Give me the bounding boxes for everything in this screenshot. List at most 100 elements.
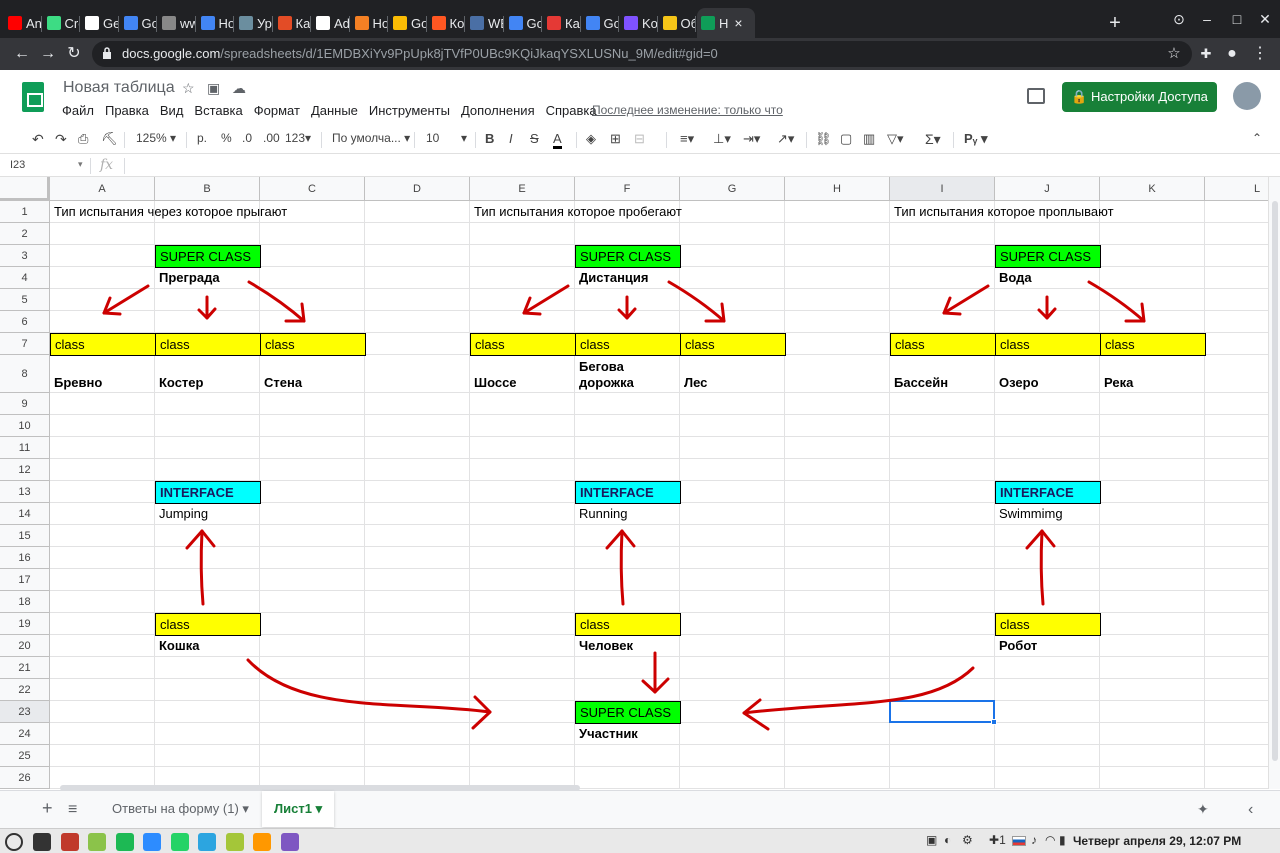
cell-f20[interactable]: Человек <box>575 635 633 657</box>
cell-f3[interactable]: SUPER CLASS <box>575 245 681 268</box>
browser-tab[interactable]: Goo <box>582 8 619 38</box>
column-header[interactable]: H <box>785 177 890 201</box>
minimize-icon[interactable]: – <box>1198 10 1216 28</box>
cell-f8[interactable]: Бегова дорожка <box>575 355 680 393</box>
extensions-icon[interactable]: ✚ <box>1196 44 1216 64</box>
merge-cells-icon[interactable]: ⊟ <box>634 131 645 147</box>
cell-e7[interactable]: class <box>470 333 576 356</box>
taskbar-app-icon[interactable] <box>170 833 189 851</box>
insert-comment-icon[interactable]: ▢ <box>840 131 852 147</box>
italic-icon[interactable]: I <box>509 131 513 146</box>
vertical-scrollbar[interactable] <box>1268 177 1280 789</box>
move-folder-icon[interactable]: ▣ <box>207 80 220 97</box>
column-header[interactable]: D <box>365 177 470 201</box>
back-icon[interactable]: ← <box>12 44 32 64</box>
taskbar-app-icon[interactable] <box>198 833 216 851</box>
cell-j13[interactable]: INTERFACE <box>995 481 1101 504</box>
redo-icon[interactable]: ↷ <box>55 131 67 148</box>
add-sheet-icon[interactable]: + <box>42 798 53 819</box>
undo-icon[interactable]: ↶ <box>32 131 44 148</box>
align-horizontal-icon[interactable]: ≡▾ <box>680 131 694 147</box>
menu-item[interactable]: Правка <box>105 103 149 118</box>
profile-icon[interactable]: ● <box>1222 44 1242 64</box>
cell-f23[interactable]: SUPER CLASS <box>575 701 681 724</box>
select-all-corner[interactable] <box>0 177 50 201</box>
tray-shield-icon[interactable]: ◐ <box>944 833 951 847</box>
close-window-icon[interactable]: ✕ <box>1256 10 1274 28</box>
cell-k7[interactable]: class <box>1100 333 1206 356</box>
column-header[interactable]: J <box>995 177 1100 201</box>
cell-b7[interactable]: class <box>155 333 261 356</box>
text-color-icon[interactable]: A <box>553 131 562 149</box>
name-box[interactable]: I23 <box>10 159 25 171</box>
tray-settings-icon[interactable]: ⚙ <box>962 833 973 847</box>
browser-tab[interactable]: Goo <box>389 8 426 38</box>
align-vertical-icon[interactable]: ⊥▾ <box>713 131 731 147</box>
menu-item[interactable]: Справка <box>546 103 597 118</box>
collapse-side-panel-icon[interactable]: ‹ <box>1248 801 1253 819</box>
tray-app-icon[interactable]: ▣ <box>926 833 937 847</box>
row-header[interactable]: 14 <box>0 503 50 525</box>
currency-format-button[interactable]: р. <box>197 131 207 145</box>
star-icon[interactable]: ☆ <box>182 80 195 97</box>
cell-j20[interactable]: Робот <box>995 635 1037 657</box>
cell-f4[interactable]: Дистанция <box>575 267 649 289</box>
menu-item[interactable]: Данные <box>311 103 358 118</box>
taskbar-app-icon[interactable] <box>225 833 244 851</box>
functions-icon[interactable]: Σ▾ <box>925 131 941 148</box>
row-header[interactable]: 1 <box>0 201 50 223</box>
cell-j19[interactable]: class <box>995 613 1101 636</box>
name-box-chevron-icon[interactable]: ▾ <box>78 159 83 170</box>
collapse-toolbar-icon[interactable]: ⌃ <box>1252 131 1262 145</box>
menu-item[interactable]: Формат <box>254 103 300 118</box>
menu-item[interactable]: Вставка <box>194 103 242 118</box>
row-header[interactable]: 12 <box>0 459 50 481</box>
tray-notifications[interactable]: ✚1 <box>989 833 1006 847</box>
column-header[interactable]: K <box>1100 177 1205 201</box>
row-header[interactable]: 6 <box>0 311 50 333</box>
cell-b19[interactable]: class <box>155 613 261 636</box>
cell-i8[interactable]: Бассейн <box>890 355 995 393</box>
column-header[interactable]: C <box>260 177 365 201</box>
browser-tab[interactable]: Crea <box>43 8 80 38</box>
os-menu-icon[interactable] <box>5 833 23 851</box>
bold-icon[interactable]: B <box>485 131 494 146</box>
menu-item[interactable]: Дополнения <box>461 103 535 118</box>
browser-tab[interactable]: Как <box>543 8 580 38</box>
cell-j8[interactable]: Озеро <box>995 355 1100 393</box>
cell-c7[interactable]: class <box>260 333 366 356</box>
insert-chart-icon[interactable]: ▥ <box>863 131 875 147</box>
keyboard-layout-flag-icon[interactable] <box>1012 836 1026 846</box>
cell-a8[interactable]: Бревно <box>50 355 155 393</box>
cell-a7[interactable]: class <box>50 333 156 356</box>
row-header[interactable]: 15 <box>0 525 50 547</box>
browser-tab[interactable]: WEE <box>466 8 503 38</box>
fill-color-icon[interactable]: ◈ <box>586 131 596 147</box>
cell-k8[interactable]: Река <box>1100 355 1205 393</box>
wifi-icon[interactable]: ◠ <box>1045 833 1055 847</box>
row-header[interactable]: 4 <box>0 267 50 289</box>
reload-icon[interactable]: ↻ <box>64 44 84 64</box>
row-header[interactable]: 25 <box>0 745 50 767</box>
browser-tab[interactable]: Add <box>312 8 349 38</box>
taskbar-app-icon[interactable] <box>115 833 134 851</box>
fill-handle[interactable] <box>991 719 997 725</box>
insert-link-icon[interactable]: ⛓ <box>815 131 832 147</box>
tab-search-icon[interactable]: ⊙ <box>1170 10 1188 28</box>
row-header[interactable]: 3 <box>0 245 50 267</box>
row-header[interactable]: 8 <box>0 355 50 393</box>
input-tools-icon[interactable]: Pᵧ ▾ <box>964 131 988 147</box>
address-bar[interactable]: docs.google.com/spreadsheets/d/1EMDBXiYv… <box>92 41 1192 67</box>
font-family-select[interactable]: По умолча... ▾ <box>332 131 410 145</box>
formula-input[interactable] <box>130 157 1260 175</box>
column-header[interactable]: B <box>155 177 260 201</box>
row-header[interactable]: 24 <box>0 723 50 745</box>
cell-c8[interactable]: Стена <box>260 355 365 393</box>
cell-b8[interactable]: Костер <box>155 355 260 393</box>
menu-icon[interactable]: ⋮ <box>1250 44 1270 64</box>
selected-cell-outline[interactable] <box>889 700 995 723</box>
browser-tab[interactable]: Н × <box>697 8 755 38</box>
cell-a1[interactable]: Тип испытания через которое прыгают <box>50 201 287 223</box>
tab-close-icon[interactable]: × <box>734 15 742 31</box>
user-avatar[interactable] <box>1233 82 1261 110</box>
